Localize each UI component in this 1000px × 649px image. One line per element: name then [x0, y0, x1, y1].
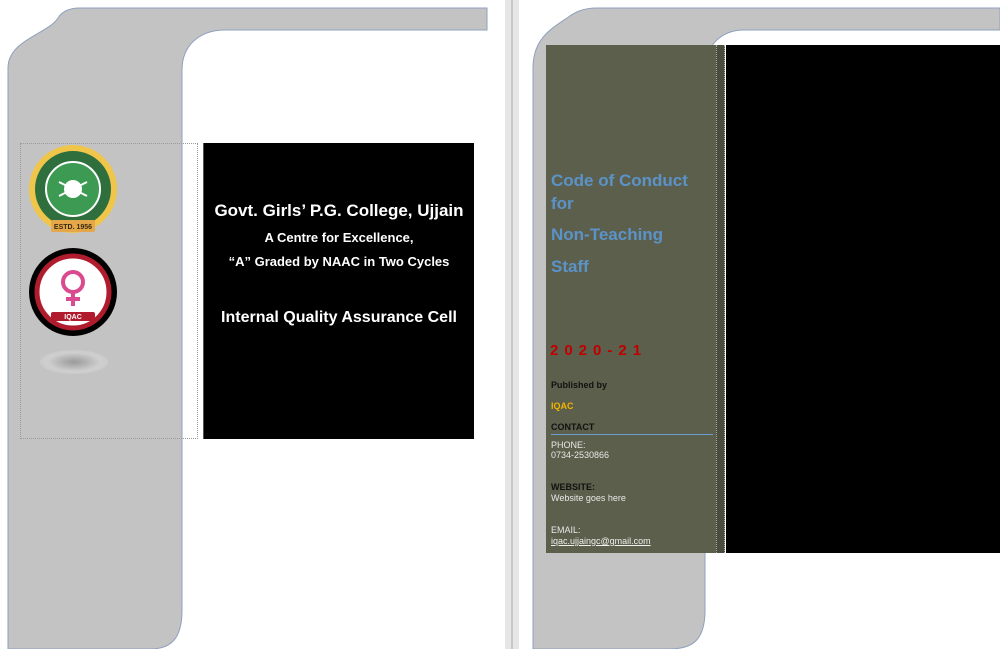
college-title-block: Govt. Girls’ P.G. College, Ujjain A Cent… — [203, 143, 474, 439]
year-label: 2020-21 — [550, 342, 648, 359]
title-line-1: Code of Conduct — [551, 171, 688, 190]
tagline-naac: “A” Graded by NAAC in Two Cycles — [228, 254, 450, 269]
logo-frame: ESTD. 1956 IQAC — [20, 143, 198, 439]
cell-name: Internal Quality Assurance Cell — [221, 309, 457, 326]
college-name: Govt. Girls’ P.G. College, Ujjain — [214, 201, 464, 220]
document-page-right: Code of Conduct for Non-Teaching Staff 2… — [519, 0, 1000, 649]
title-line-2: for — [551, 194, 574, 213]
tagline-excellence: A Centre for Excellence, — [264, 230, 414, 245]
title-line-3: Non-Teaching — [551, 225, 664, 244]
website-label: WEBSITE: — [551, 482, 595, 492]
email-link[interactable]: iqac.ujjaingc@gmail.com — [551, 536, 651, 546]
phone-value: 0734-2530866 — [551, 450, 610, 460]
contact-heading: CONTACT — [551, 422, 595, 432]
sidebar-edge — [716, 45, 725, 553]
published-by-label: Published by — [551, 380, 608, 390]
college-estd-label: ESTD. 1956 — [54, 224, 92, 231]
title-line-4: Staff — [551, 257, 589, 276]
contact-divider — [551, 434, 713, 435]
college-emblem-icon: ESTD. 1956 — [29, 145, 117, 233]
document-page-left: ESTD. 1956 IQAC Govt. Girls’ P.G. Colleg… — [0, 0, 505, 649]
cover-sidebar: Code of Conduct for Non-Teaching Staff 2… — [546, 45, 716, 553]
phone-label: PHONE: — [551, 440, 586, 450]
page-divider — [511, 0, 513, 649]
shadow-decoration — [40, 350, 108, 374]
cover-image-area — [726, 45, 1000, 553]
iqac-logo-label: IQAC — [64, 314, 82, 321]
website-value: Website goes here — [551, 493, 626, 503]
iqac-emblem-icon: IQAC — [29, 248, 117, 336]
publisher-name: IQAC — [551, 401, 574, 411]
email-label: EMAIL: — [551, 525, 581, 535]
